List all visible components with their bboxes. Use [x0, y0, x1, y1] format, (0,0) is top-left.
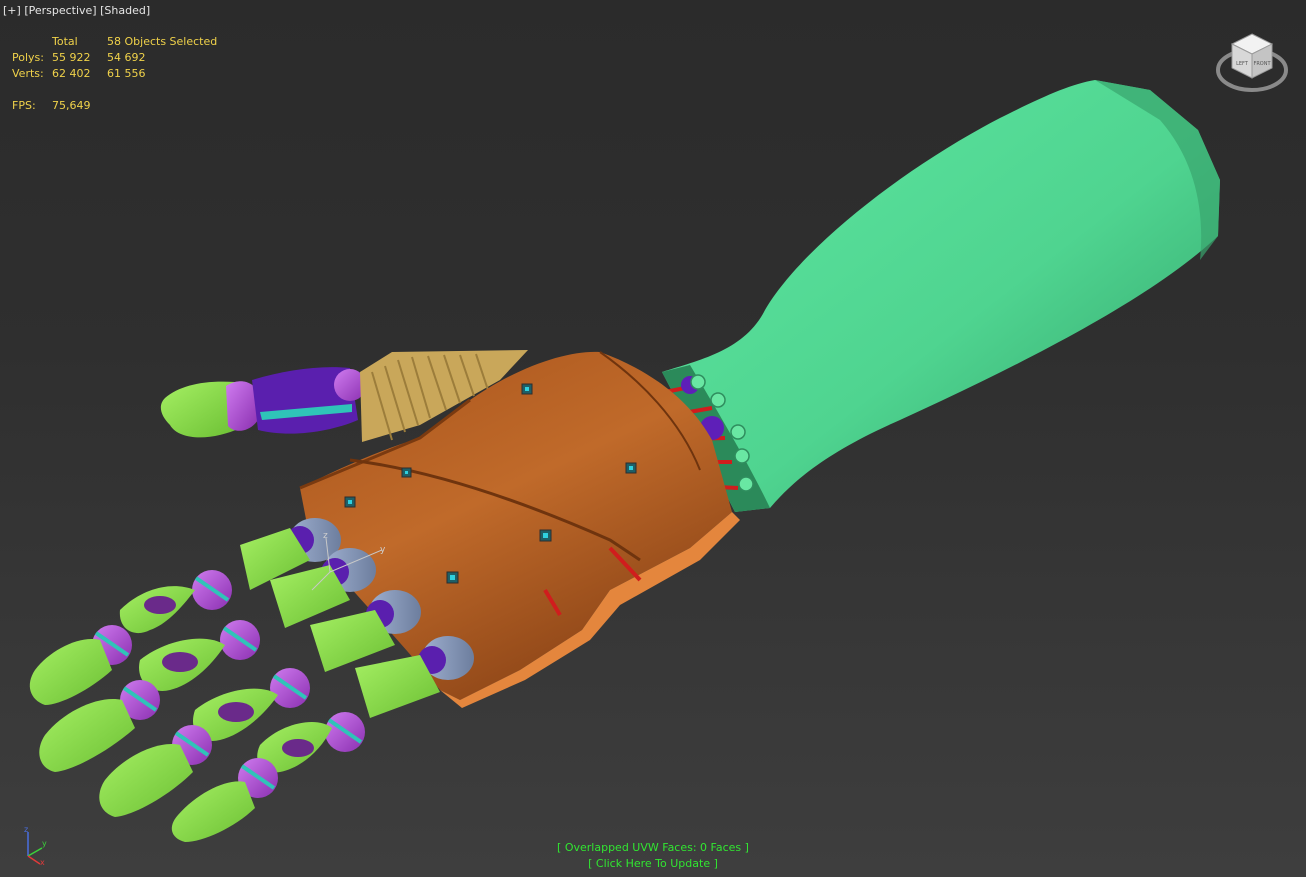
polys-total: 55 922	[52, 51, 91, 64]
verts-selected: 61 556	[107, 67, 146, 80]
viewcube[interactable]: LEFT FRONT	[1214, 30, 1290, 96]
axis-z-label: z	[24, 826, 28, 834]
viewcube-front-label: FRONT	[1253, 61, 1271, 67]
viewcube-left-label: LEFT	[1236, 61, 1249, 67]
viewport-label: [+] [Perspective] [Shaded]	[3, 4, 150, 17]
fps-value: 75,649	[52, 99, 91, 112]
viewport-shading-label[interactable]: [Shaded]	[100, 4, 150, 17]
svg-text:y: y	[380, 545, 386, 555]
uvw-overlap-status: [ Overlapped UVW Faces: 0 Faces ]	[557, 841, 749, 854]
robotic-hand-model[interactable]: z y	[0, 0, 1306, 877]
verts-total: 62 402	[52, 67, 91, 80]
polys-selected: 54 692	[107, 51, 146, 64]
viewport-view-label[interactable]: [Perspective]	[24, 4, 96, 17]
polys-label: Polys:	[12, 51, 44, 64]
svg-text:z: z	[323, 531, 328, 541]
stats-selected-header: 58 Objects Selected	[107, 35, 218, 48]
verts-label: Verts:	[12, 67, 44, 80]
perspective-viewport[interactable]: z y [+] [Perspective] [Shaded] Total 58 …	[0, 0, 1306, 877]
uvw-update-link[interactable]: [ Click Here To Update ]	[0, 857, 1306, 870]
fps-label: FPS:	[12, 99, 36, 112]
forearm-shell[interactable]	[662, 80, 1220, 512]
stats-total-header: Total	[52, 35, 78, 48]
viewport-menu-plus[interactable]: [+]	[3, 4, 21, 17]
